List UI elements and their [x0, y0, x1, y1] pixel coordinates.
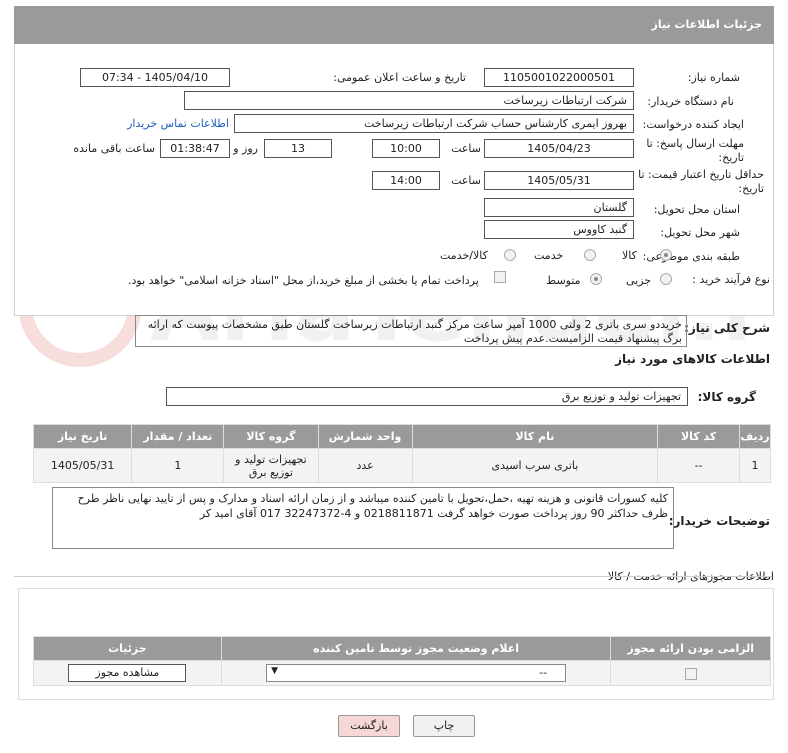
treasury-payment-note: پرداخت تمام یا بخشی از مبلغ خرید،از محل …: [128, 274, 479, 287]
table-row: 1 -- باتری سرب اسیدی عدد تجهیزات تولید و…: [32, 448, 771, 483]
col-row: ردیف: [739, 424, 771, 449]
announce-field: 1405/04/10 - 07:34: [80, 68, 230, 87]
col-group: گروه کالا: [223, 424, 319, 449]
permit-status-select[interactable]: -- ▼: [266, 664, 567, 682]
col-permit-details: جزئیات: [33, 636, 222, 661]
process-radio-minor[interactable]: [660, 273, 672, 285]
deadline-time-field: 10:00: [372, 139, 440, 158]
page-title: جزئیات اطلاعات نیاز: [651, 18, 763, 31]
cell-permit-required: [610, 660, 771, 686]
process-option-minor: جزیی: [626, 274, 652, 287]
buyer-org-field: شرکت ارتباطات زیرساخت: [184, 91, 634, 110]
remaining-time-field: 01:38:47: [160, 139, 230, 158]
days-label: روز و: [233, 142, 258, 155]
description-textarea[interactable]: خریددو سری باتری 2 ولتی 1000 آمپر ساعت م…: [135, 315, 687, 347]
category-radio-goods[interactable]: [660, 249, 672, 261]
deadline-time-label: ساعت: [451, 142, 481, 155]
need-number-field: 1105001022000501: [484, 68, 634, 87]
col-qty: تعداد / مقدار: [131, 424, 225, 449]
remaining-time-label: ساعت باقی مانده: [73, 142, 155, 155]
city-label: شهر محل تحویل:: [660, 226, 740, 239]
category-radio-goods-service[interactable]: [504, 249, 516, 261]
announce-label: تاریخ و ساعت اعلان عمومی:: [333, 71, 466, 84]
process-radio-medium[interactable]: [590, 273, 602, 285]
cell-code: --: [657, 448, 741, 483]
col-date: تاریخ نیاز: [32, 424, 133, 449]
back-button[interactable]: بازگشت: [338, 715, 400, 737]
category-label: طبقه بندی موضوعی:: [642, 250, 740, 263]
treasury-payment-checkbox[interactable]: [494, 271, 506, 283]
goods-group-field: تجهیزات تولید و توزیع برق: [166, 387, 688, 406]
cell-group: تجهیزات تولید و توزیع برق: [223, 448, 319, 483]
view-permit-button[interactable]: مشاهده مجوز: [68, 664, 187, 682]
panel-header: جزئیات اطلاعات نیاز: [14, 6, 774, 44]
permits-table: الزامی بودن ارائه مجوز اعلام وضعیت مجوز …: [33, 636, 771, 686]
city-field: گنبد کاووس: [484, 220, 634, 239]
cell-name: باتری سرب اسیدی: [411, 448, 659, 483]
validity-date-field: 1405/05/31: [484, 171, 634, 190]
buyer-notes-label: توضیحات خریدار:: [668, 514, 770, 528]
buyer-contact-link[interactable]: اطلاعات تماس خریدار: [127, 117, 229, 130]
deadline-date-field: 1405/04/23: [484, 139, 634, 158]
province-field: گلستان: [484, 198, 634, 217]
creator-field: بهروز ایمری کارشناس حساب شرکت ارتباطات ز…: [234, 114, 634, 133]
col-permit-required: الزامی بودن ارائه مجوز: [610, 636, 771, 661]
cell-permit-details: مشاهده مجوز: [33, 660, 222, 686]
days-field: 13: [264, 139, 332, 158]
deadline-label: مهلت ارسال پاسخ: تا تاریخ:: [646, 137, 744, 164]
cell-date: 1405/05/31: [32, 448, 133, 483]
col-permit-status: اعلام وضعیت مجوز توسط تامین کننده: [220, 636, 612, 661]
cell-permit-status: -- ▼: [220, 660, 612, 686]
cell-unit: عدد: [317, 448, 413, 483]
permit-required-checkbox: [684, 667, 697, 680]
table-row: -- ▼ مشاهده مجوز: [33, 660, 771, 686]
goods-section-title: اطلاعات کالاهای مورد نیاز: [615, 352, 770, 366]
chevron-down-icon: ▼: [271, 666, 279, 676]
buyer-notes-textarea[interactable]: کلیه کسورات قانونی و هزینه تهیه ،حمل،تحو…: [52, 487, 674, 549]
goods-group-label: گروه کالا:: [697, 390, 756, 404]
permit-status-value: --: [539, 666, 548, 679]
col-unit: واحد شمارش: [317, 424, 413, 449]
province-label: استان محل تحویل:: [653, 203, 740, 216]
validity-label: حداقل تاریخ اعتبار قیمت: تا تاریخ:: [638, 168, 764, 195]
description-label: شرح کلی نیاز:: [684, 321, 770, 335]
print-button[interactable]: چاپ: [413, 715, 475, 737]
need-number-label: شماره نیاز:: [687, 71, 740, 84]
category-radio-service[interactable]: [584, 249, 596, 261]
process-option-medium: متوسط: [546, 274, 581, 287]
cell-qty: 1: [131, 448, 225, 483]
process-label: نوع فرآیند خرید :: [692, 273, 770, 286]
buyer-org-label: نام دستگاه خریدار:: [647, 95, 734, 108]
category-option-goods: کالا: [622, 249, 637, 262]
col-code: کد کالا: [657, 424, 741, 449]
validity-time-label: ساعت: [451, 174, 481, 187]
validity-time-field: 14:00: [372, 171, 440, 190]
goods-table: ردیف کد کالا نام کالا واحد شمارش گروه کا…: [32, 424, 771, 483]
permits-divider: [14, 576, 772, 577]
col-name: نام کالا: [411, 424, 659, 449]
category-option-goods-service: کالا/خدمت: [440, 249, 488, 262]
cell-row: 1: [739, 448, 771, 483]
category-option-service: خدمت: [534, 249, 564, 262]
creator-label: ایجاد کننده درخواست:: [642, 118, 744, 131]
